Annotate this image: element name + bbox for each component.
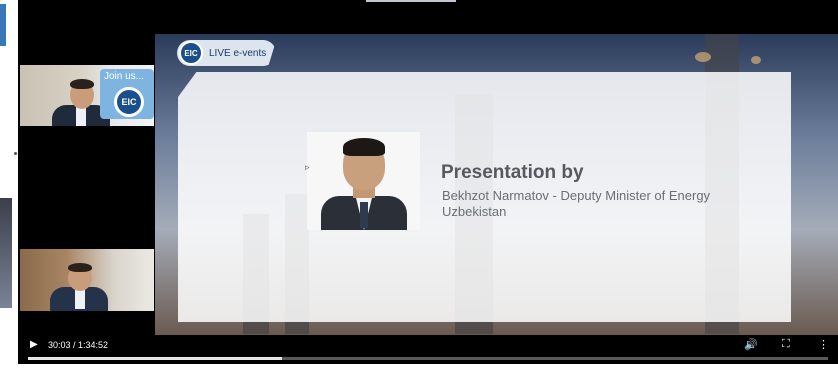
fullscreen-icon[interactable]: ⛶ [782, 338, 790, 351]
progress-bar[interactable] [28, 357, 828, 360]
more-options-icon[interactable]: ⋮ [818, 338, 829, 351]
left-edge-strip [0, 0, 18, 372]
participant-shirt [76, 107, 86, 126]
background-light [695, 52, 711, 62]
edge-thumbnail [0, 198, 12, 308]
eic-logo-icon: EIC [114, 87, 144, 117]
eic-banner: Join us... EIC [100, 69, 154, 119]
video-player[interactable]: Join us... EIC EIC LIVE e-vents ▹ Presen… [18, 0, 838, 372]
presentation-title: Presentation by [441, 162, 584, 183]
volume-icon[interactable]: 🔊 [744, 338, 758, 351]
participant-hair [68, 263, 92, 272]
banner-text: Join us... [104, 71, 145, 82]
progress-played [28, 357, 283, 360]
live-events-label: LIVE e-vents [209, 47, 267, 59]
participant-video-1: Join us... EIC [20, 65, 154, 126]
background-light [751, 56, 761, 64]
participant-video-2 [20, 249, 154, 311]
speaker-tie [360, 202, 368, 228]
time-display: 30:03 / 1:34:52 [48, 340, 109, 350]
participant-hair [70, 79, 94, 89]
presentation-stage: EIC LIVE e-vents ▹ Presentation by Bekhz… [155, 34, 838, 335]
eic-logo-icon: EIC [179, 41, 203, 65]
top-indicator [366, 0, 456, 2]
edge-dot [14, 152, 17, 155]
live-events-logo: EIC LIVE e-vents [177, 40, 277, 66]
mouse-cursor-icon: ▹ [305, 162, 310, 172]
participant-shirt [75, 289, 85, 309]
speaker-hair [343, 138, 385, 156]
participant-sidebar: Join us... EIC [18, 0, 155, 335]
edge-thumbnail [0, 4, 6, 46]
speaker-country: Uzbekistan [442, 204, 507, 219]
speaker-name-role: Bekhzot Narmatov - Deputy Minister of En… [442, 188, 711, 203]
page-bottom-strip [0, 364, 838, 372]
speaker-photo [307, 132, 420, 230]
play-icon[interactable]: ▶ [30, 339, 38, 350]
